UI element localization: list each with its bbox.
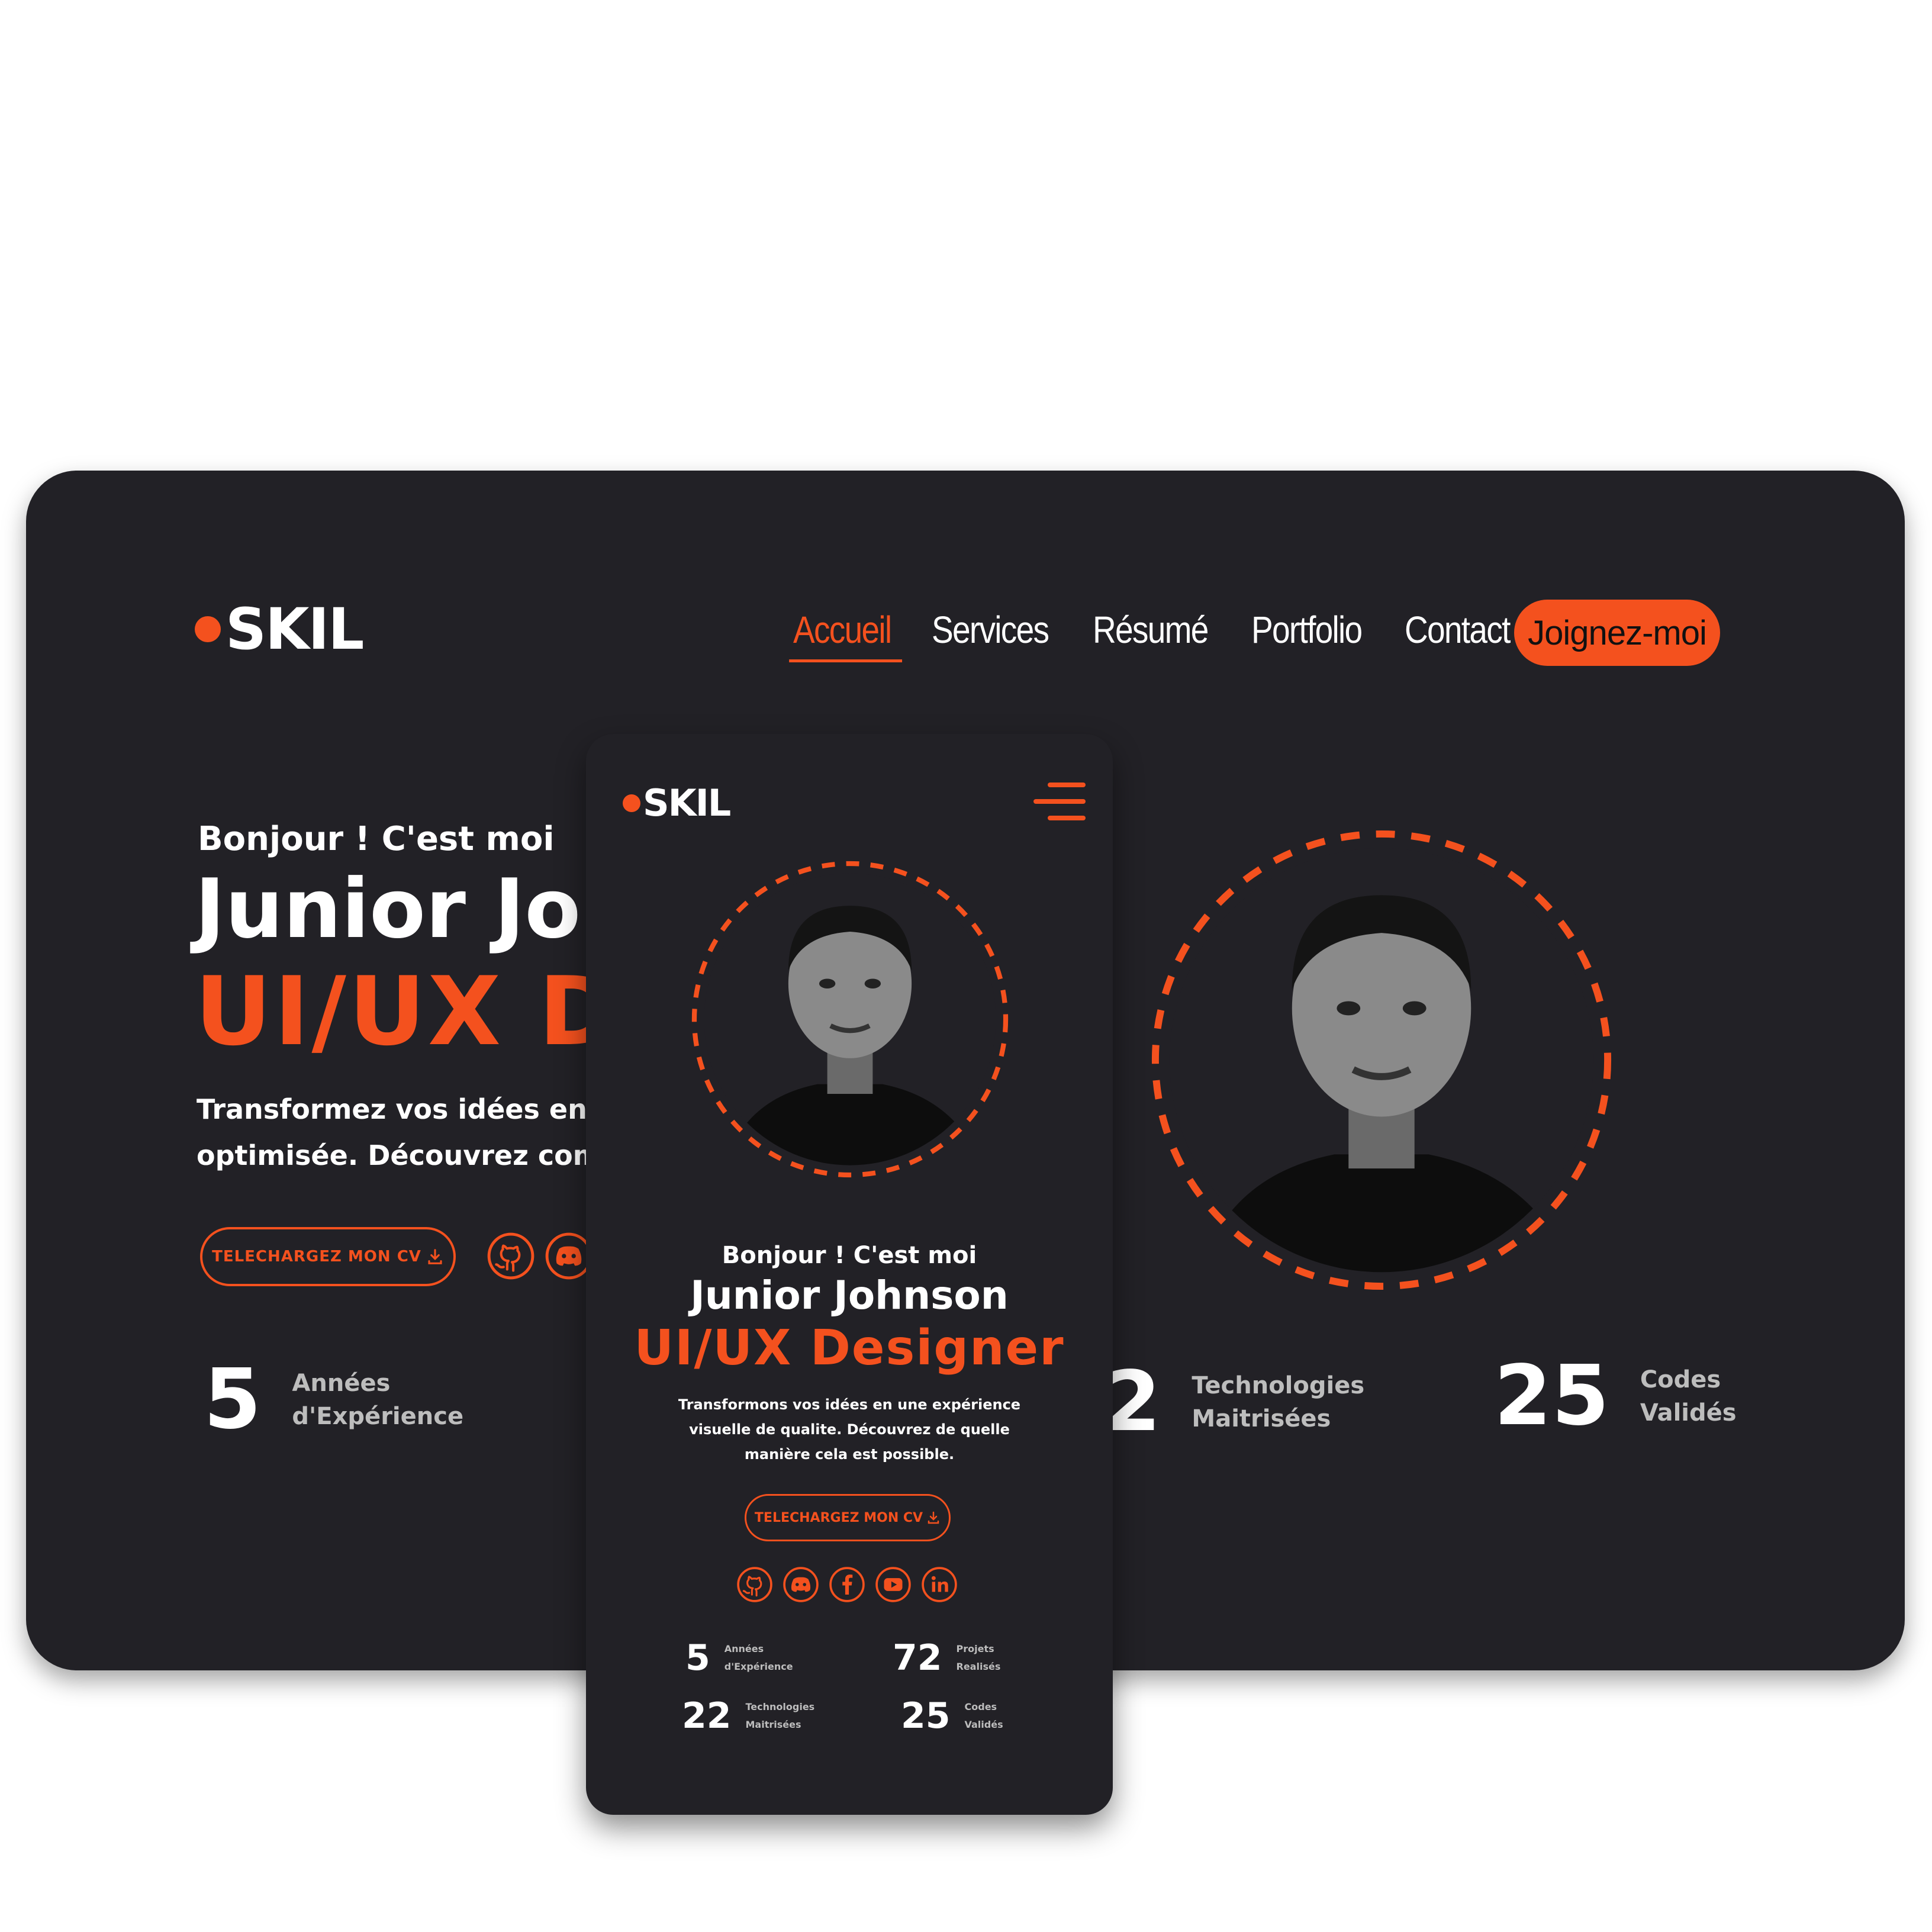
- stat-projects: 72 Projets Realisés: [893, 1637, 1000, 1679]
- mobile-preview: SKIL Bonjour ! C'est moi Junior Johnson …: [586, 734, 1113, 1815]
- social-links: [736, 1566, 967, 1603]
- join-me-button[interactable]: Joignez-moi: [1514, 600, 1720, 666]
- hero-role: UI/UX D: [195, 956, 620, 1067]
- stat-number: 25: [1494, 1348, 1609, 1444]
- stat-label-line: Codes: [1640, 1366, 1721, 1393]
- stat-label-line: Validés: [964, 1719, 1003, 1730]
- stat-label-line: Maitrisées: [1192, 1405, 1331, 1432]
- logo[interactable]: SKIL: [195, 596, 364, 662]
- stat-experience: 5 Années d'Expérience: [685, 1637, 793, 1679]
- stat-number: 72: [893, 1637, 942, 1679]
- stat-label-line: Maitrisées: [745, 1719, 801, 1730]
- stat-number: 25: [901, 1695, 951, 1737]
- stat-label-line: Validés: [1640, 1399, 1737, 1427]
- hero-description: Transformons vos idées en une expérience…: [678, 1396, 1021, 1463]
- download-cv-label: TELECHARGEZ MON CV: [754, 1510, 923, 1525]
- stat-label-line: Technologies: [745, 1701, 815, 1712]
- profile-photo: [1151, 830, 1612, 1290]
- nav-item-portfolio[interactable]: Portfolio: [1251, 608, 1363, 652]
- stat-number: 5: [685, 1637, 710, 1679]
- stat-label-line: Technologies: [1192, 1371, 1365, 1399]
- stat-technologies: 22 Technologies Maitrisées: [682, 1695, 814, 1737]
- stat-label-line: Codes: [964, 1701, 997, 1712]
- logo-dot-icon: [195, 616, 221, 642]
- stat-label-line: d'Expérience: [724, 1661, 793, 1672]
- github-icon[interactable]: [736, 1566, 773, 1603]
- hero-name: Junior Johnson: [690, 1273, 1009, 1318]
- logo-text: SKIL: [643, 781, 731, 825]
- stat-codes: 25 Codes Validés: [1494, 1348, 1737, 1444]
- hamburger-menu-icon[interactable]: [1033, 780, 1086, 823]
- logo[interactable]: SKIL: [623, 781, 731, 825]
- nav-item-accueil[interactable]: Accueil: [789, 608, 903, 662]
- facebook-icon[interactable]: [829, 1566, 865, 1603]
- stat-label-line: d'Expérience: [292, 1402, 464, 1430]
- github-icon[interactable]: [487, 1232, 535, 1280]
- hero-role: UI/UX Designer: [634, 1320, 1065, 1376]
- logo-text: SKIL: [226, 596, 364, 662]
- download-icon: [928, 1511, 939, 1524]
- download-cv-button[interactable]: TELECHARGEZ MON CV: [200, 1227, 456, 1286]
- download-icon: [428, 1249, 442, 1264]
- profile-photo: [691, 861, 1009, 1178]
- stat-label-line: Années: [292, 1369, 391, 1397]
- main-nav: Accueil Services Résumé Portfolio Contac…: [789, 608, 1551, 662]
- stat-label: Technologies Maitrisées: [1192, 1369, 1364, 1435]
- stat-number: 5: [204, 1351, 262, 1448]
- stat-label-line: Projets: [956, 1643, 994, 1654]
- stat-label: Codes Validés: [965, 1698, 1003, 1734]
- stat-label-line: Realisés: [956, 1661, 1001, 1672]
- linkedin-icon[interactable]: [921, 1566, 958, 1603]
- stat-label: Projets Realisés: [957, 1640, 1001, 1676]
- hero-greeting: Bonjour ! C'est moi: [198, 820, 555, 858]
- nav-item-resume[interactable]: Résumé: [1093, 608, 1209, 652]
- stat-label: Codes Validés: [1640, 1363, 1737, 1429]
- stat-label: Technologies Maitrisées: [746, 1698, 815, 1734]
- stat-experience: 5 Années d'Expérience: [204, 1351, 463, 1448]
- download-cv-button[interactable]: TELECHARGEZ MON CV: [745, 1494, 951, 1541]
- hero-greeting: Bonjour ! C'est moi: [722, 1242, 977, 1269]
- logo-dot-icon: [623, 794, 640, 812]
- hero-name: Junior Joh: [195, 861, 639, 957]
- nav-item-services[interactable]: Services: [932, 608, 1049, 652]
- stat-technologies: 2 Technologies Maitrisées: [1103, 1354, 1364, 1450]
- nav-item-contact[interactable]: Contact: [1405, 608, 1511, 652]
- discord-icon[interactable]: [783, 1566, 819, 1603]
- download-cv-label: TELECHARGEZ MON CV: [212, 1248, 421, 1266]
- stat-label: Années d'Expérience: [724, 1640, 793, 1676]
- stat-number: 22: [682, 1695, 732, 1737]
- stat-label: Années d'Expérience: [292, 1367, 463, 1433]
- stat-label-line: Années: [724, 1643, 764, 1654]
- youtube-icon[interactable]: [875, 1566, 912, 1603]
- stat-codes: 25 Codes Validés: [901, 1695, 1003, 1737]
- social-links: [487, 1232, 603, 1280]
